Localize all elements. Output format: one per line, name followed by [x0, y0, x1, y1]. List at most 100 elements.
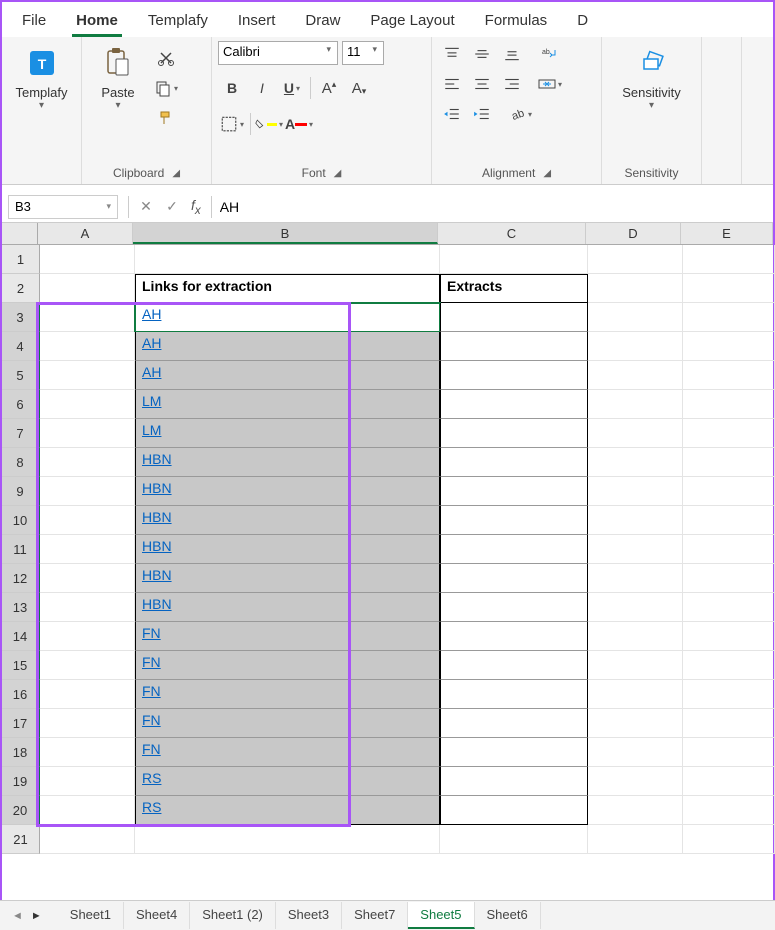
alignment-launcher-icon[interactable]: ◢	[543, 168, 551, 179]
hyperlink[interactable]: AH	[142, 335, 161, 351]
column-header-C[interactable]: C	[438, 223, 586, 244]
cell[interactable]	[40, 709, 135, 738]
cell[interactable]	[440, 767, 588, 796]
select-all-corner[interactable]	[2, 223, 38, 244]
format-painter-button[interactable]	[152, 105, 180, 131]
cell[interactable]: HBN	[135, 477, 440, 506]
hyperlink[interactable]: FN	[142, 741, 161, 757]
cut-button[interactable]	[152, 45, 180, 71]
row-header[interactable]: 5	[2, 361, 40, 390]
cell[interactable]	[440, 390, 588, 419]
row-header[interactable]: 12	[2, 564, 40, 593]
align-bottom-button[interactable]	[498, 41, 526, 67]
cell[interactable]	[588, 738, 683, 767]
cell[interactable]	[588, 767, 683, 796]
cell[interactable]	[40, 680, 135, 709]
cell[interactable]	[440, 477, 588, 506]
cell[interactable]	[683, 622, 775, 651]
row-header[interactable]: 19	[2, 767, 40, 796]
cell[interactable]	[683, 274, 775, 303]
align-center-button[interactable]	[468, 71, 496, 97]
column-header-E[interactable]: E	[681, 223, 773, 244]
sheet-nav-prev-icon[interactable]: ◄	[8, 910, 27, 922]
row-header[interactable]: 21	[2, 825, 40, 854]
cell[interactable]	[40, 419, 135, 448]
cell[interactable]	[440, 738, 588, 767]
column-header-A[interactable]: A	[38, 223, 133, 244]
cell[interactable]	[683, 419, 775, 448]
cell[interactable]	[588, 796, 683, 825]
wrap-text-button[interactable]: ab	[536, 41, 564, 67]
align-left-button[interactable]	[438, 71, 466, 97]
cell[interactable]	[683, 361, 775, 390]
cell[interactable]: HBN	[135, 535, 440, 564]
cancel-formula-icon[interactable]: ✕	[133, 195, 159, 219]
partial-button[interactable]	[708, 41, 768, 85]
name-box[interactable]: B3▾	[8, 195, 118, 219]
cell[interactable]	[440, 593, 588, 622]
cell[interactable]: Links for extraction	[135, 274, 440, 303]
cell[interactable]	[135, 825, 440, 854]
cell[interactable]	[588, 506, 683, 535]
cell[interactable]	[440, 564, 588, 593]
cell[interactable]	[40, 564, 135, 593]
cell[interactable]	[683, 332, 775, 361]
row-header[interactable]: 20	[2, 796, 40, 825]
merge-center-button[interactable]: ▾	[536, 71, 564, 97]
cell[interactable]	[40, 303, 135, 332]
copy-button[interactable]: ▾	[152, 75, 180, 101]
cell[interactable]: LM	[135, 419, 440, 448]
ribbon-tab-home[interactable]: Home	[72, 7, 122, 37]
cell[interactable]	[588, 709, 683, 738]
ribbon-tab-file[interactable]: File	[18, 7, 50, 37]
cell[interactable]	[440, 448, 588, 477]
column-header-B[interactable]: B	[133, 223, 438, 244]
hyperlink[interactable]: FN	[142, 625, 161, 641]
increase-indent-button[interactable]	[468, 101, 496, 127]
font-launcher-icon[interactable]: ◢	[334, 168, 342, 179]
font-size-select[interactable]: 11▾	[342, 41, 384, 65]
row-header[interactable]: 7	[2, 419, 40, 448]
cell[interactable]	[40, 245, 135, 274]
cell[interactable]	[40, 390, 135, 419]
cell[interactable]	[683, 506, 775, 535]
cell[interactable]: AH	[135, 332, 440, 361]
cell[interactable]	[683, 477, 775, 506]
cell[interactable]	[440, 680, 588, 709]
hyperlink[interactable]: RS	[142, 770, 161, 786]
hyperlink[interactable]: HBN	[142, 451, 172, 467]
cell[interactable]	[588, 477, 683, 506]
cell[interactable]	[683, 680, 775, 709]
sheet-tab[interactable]: Sheet4	[124, 902, 190, 929]
hyperlink[interactable]: RS	[142, 799, 161, 815]
sheet-tab[interactable]: Sheet3	[276, 902, 342, 929]
cell[interactable]	[588, 332, 683, 361]
sensitivity-button[interactable]: Sensitivity ▾	[616, 41, 687, 115]
column-header-D[interactable]: D	[586, 223, 681, 244]
cell[interactable]	[588, 448, 683, 477]
sheet-tab[interactable]: Sheet1	[58, 902, 124, 929]
cell[interactable]: HBN	[135, 448, 440, 477]
cell[interactable]	[588, 390, 683, 419]
cell[interactable]: LM	[135, 390, 440, 419]
clipboard-launcher-icon[interactable]: ◢	[172, 168, 180, 179]
row-header[interactable]: 16	[2, 680, 40, 709]
cell[interactable]: AH	[135, 303, 440, 332]
cell[interactable]: AH	[135, 361, 440, 390]
hyperlink[interactable]: LM	[142, 393, 161, 409]
row-header[interactable]: 13	[2, 593, 40, 622]
row-header[interactable]: 15	[2, 651, 40, 680]
row-header[interactable]: 1	[2, 245, 40, 274]
cell[interactable]	[588, 419, 683, 448]
hyperlink[interactable]: HBN	[142, 509, 172, 525]
hyperlink[interactable]: HBN	[142, 480, 172, 496]
sheet-tab[interactable]: Sheet5	[408, 902, 474, 929]
sheet-tab[interactable]: Sheet7	[342, 902, 408, 929]
row-header[interactable]: 6	[2, 390, 40, 419]
hyperlink[interactable]: HBN	[142, 538, 172, 554]
bold-button[interactable]: B	[218, 75, 246, 101]
cell[interactable]	[683, 738, 775, 767]
cell[interactable]	[588, 825, 683, 854]
cell[interactable]	[40, 332, 135, 361]
increase-font-button[interactable]: A▴	[315, 75, 343, 101]
